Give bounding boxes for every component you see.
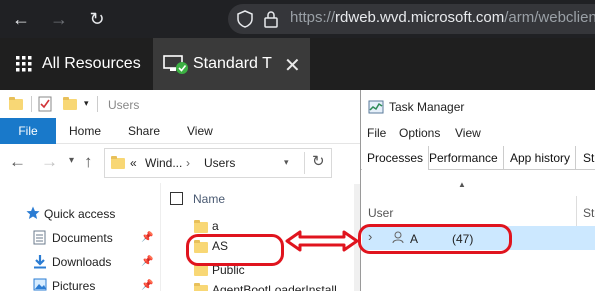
refresh-folder-icon[interactable]: ↻ xyxy=(312,152,325,170)
breadcrumb-separator-icon: › xyxy=(186,156,190,170)
site-info-icon[interactable] xyxy=(236,10,254,28)
folder-icon xyxy=(194,283,208,291)
back-arrow-icon[interactable]: ← xyxy=(9,152,26,172)
column-divider xyxy=(576,196,577,226)
task-manager-icon xyxy=(368,100,384,114)
quick-access-star-icon xyxy=(26,206,40,219)
all-resources-label: All Resources xyxy=(42,55,141,72)
pin-icon: 📌 xyxy=(141,280,154,291)
back-icon[interactable]: ← xyxy=(10,8,32,30)
nav-documents[interactable]: Documents xyxy=(52,231,113,245)
folder-icon xyxy=(194,220,208,233)
close-tab-icon[interactable]: ✕ xyxy=(284,53,301,78)
tab-processes[interactable]: Processes xyxy=(362,146,430,170)
address-folder-icon xyxy=(111,156,125,169)
nav-pictures[interactable]: Pictures xyxy=(52,279,95,291)
downloads-icon xyxy=(34,255,46,269)
task-manager-title: Task Manager xyxy=(389,100,465,114)
highlight-user-annotation xyxy=(358,224,512,254)
documents-icon xyxy=(33,230,46,245)
qat-dropdown-icon[interactable]: ▾ xyxy=(84,98,89,109)
explorer-folder-icon xyxy=(9,97,23,110)
ribbon-tab-share[interactable]: Share xyxy=(128,124,160,138)
remote-desktop-icon xyxy=(163,55,188,74)
sort-arrow-icon[interactable]: ▲ xyxy=(458,180,466,189)
url-text: https://rdweb.wvd.microsoft.com/arm/webc… xyxy=(290,9,595,26)
pictures-icon xyxy=(33,278,47,291)
address-divider xyxy=(304,152,305,174)
explorer-titlebar xyxy=(0,90,360,118)
tm-menu-file[interactable]: File xyxy=(367,126,386,140)
grid-icon xyxy=(16,56,32,72)
address-segment-users[interactable]: Users xyxy=(204,156,235,170)
column-name-header[interactable]: Name xyxy=(193,192,225,206)
title-divider xyxy=(97,96,98,112)
tm-menu-options[interactable]: Options xyxy=(399,126,440,140)
refresh-icon[interactable]: ↻ xyxy=(86,8,108,30)
address-dropdown-icon[interactable]: ▾ xyxy=(284,157,289,168)
select-all-checkbox[interactable] xyxy=(170,192,183,205)
new-folder-icon[interactable] xyxy=(63,97,77,110)
address-segment-windows[interactable]: Wind... xyxy=(145,156,182,170)
forward-arrow-icon[interactable]: → xyxy=(41,152,58,172)
forward-icon[interactable]: → xyxy=(48,8,70,30)
file-item-agentbootloader[interactable]: AgentBootLoaderInstall xyxy=(212,283,337,291)
tm-menu-view[interactable]: View xyxy=(455,126,481,140)
qat-divider xyxy=(31,96,32,112)
column-status-header[interactable]: Sta xyxy=(583,206,595,220)
lock-icon[interactable] xyxy=(262,10,280,28)
pin-icon: 📌 xyxy=(141,256,154,267)
pane-divider xyxy=(160,183,161,291)
highlight-folder-annotation xyxy=(186,234,284,266)
nav-downloads[interactable]: Downloads xyxy=(52,255,111,269)
double-arrow-annotation xyxy=(285,230,359,252)
folder-icon xyxy=(194,263,208,276)
column-user-header[interactable]: User xyxy=(368,206,393,220)
address-overflow[interactable]: « xyxy=(130,156,137,170)
ribbon-tab-view[interactable]: View xyxy=(187,124,213,138)
recent-locations-icon[interactable]: ▾ xyxy=(69,155,74,166)
explorer-title: Users xyxy=(108,98,140,112)
tab-performance[interactable]: Performance xyxy=(424,146,504,170)
session-tab-label: Standard T xyxy=(193,55,272,72)
nav-quick-access[interactable]: Quick access xyxy=(44,207,115,221)
file-item-a[interactable]: a xyxy=(212,219,219,233)
properties-icon[interactable] xyxy=(38,96,52,112)
ribbon-tab-home[interactable]: Home xyxy=(69,124,101,138)
up-arrow-icon[interactable]: ↑ xyxy=(84,152,93,172)
ribbon-tab-file[interactable]: File xyxy=(0,118,56,144)
tab-app-history[interactable]: App history xyxy=(505,146,577,170)
pin-icon: 📌 xyxy=(141,232,154,243)
tab-startup[interactable]: St xyxy=(578,146,595,170)
